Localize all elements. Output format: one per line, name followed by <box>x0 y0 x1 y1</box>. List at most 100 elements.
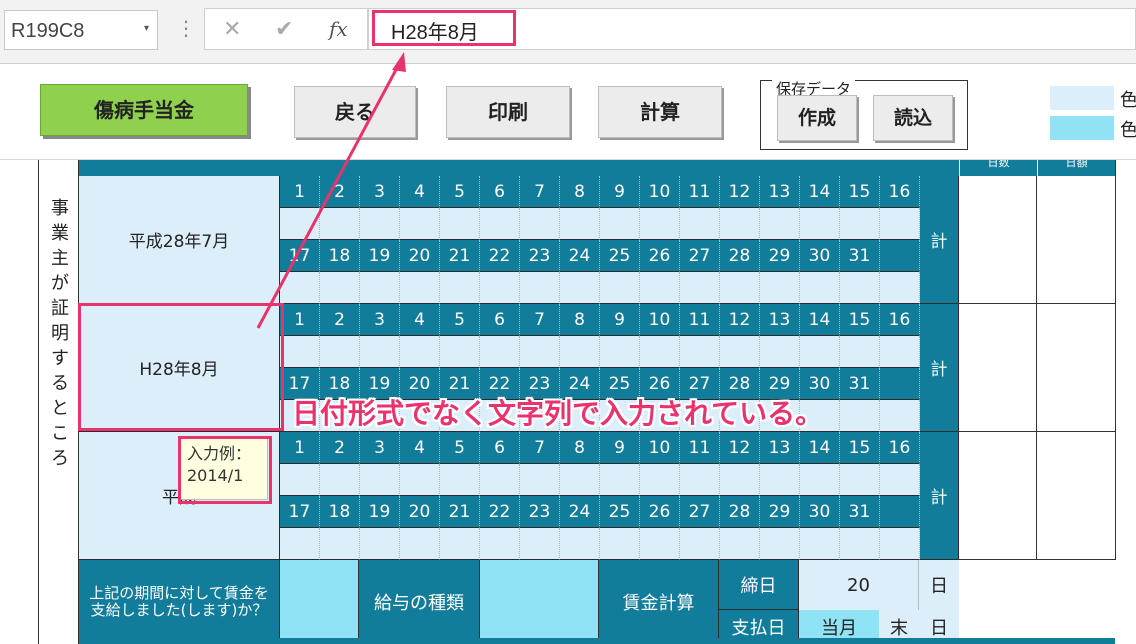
day-input-cell[interactable] <box>840 400 880 432</box>
day-input-cell[interactable] <box>480 208 520 240</box>
day-input-cell[interactable] <box>280 464 320 496</box>
day-input-cell[interactable] <box>400 208 440 240</box>
day-input-cell[interactable] <box>760 336 800 368</box>
name-box[interactable]: R199C8 ▾ <box>4 10 158 50</box>
load-button[interactable]: 読込 <box>873 95 953 141</box>
day-input-cell[interactable] <box>280 528 320 560</box>
day-input-cell[interactable] <box>440 464 480 496</box>
day-input-cell[interactable] <box>320 528 360 560</box>
day-input-cell[interactable] <box>320 336 360 368</box>
day-input-cell[interactable] <box>800 208 840 240</box>
paid-answer-input[interactable] <box>280 560 359 644</box>
day-input-cell[interactable] <box>840 208 880 240</box>
day-input-cell[interactable] <box>840 528 880 560</box>
cutoff-input[interactable]: 20 <box>799 560 919 610</box>
days-total-cell[interactable] <box>959 176 1037 304</box>
day-input-cell[interactable] <box>720 464 760 496</box>
day-input-cell[interactable] <box>480 336 520 368</box>
day-input-cell[interactable] <box>720 272 760 304</box>
day-input-cell[interactable] <box>800 528 840 560</box>
day-input-cell[interactable] <box>880 208 920 240</box>
day-input-cell[interactable] <box>880 528 920 560</box>
print-button[interactable]: 印刷 <box>446 86 570 138</box>
day-input-cell[interactable] <box>560 528 600 560</box>
day-input-cell[interactable] <box>360 528 400 560</box>
month-label[interactable]: 平成28年7月 <box>79 176 280 304</box>
day-input-cell[interactable] <box>600 336 640 368</box>
day-input-cell[interactable] <box>360 208 400 240</box>
cancel-icon[interactable]: ✕ <box>223 17 241 42</box>
day-input-cell[interactable] <box>640 336 680 368</box>
formula-value[interactable]: H28年8月 <box>372 10 516 46</box>
day-input-cell[interactable] <box>520 528 560 560</box>
amount-cell[interactable] <box>1037 432 1115 560</box>
day-input-cell[interactable] <box>760 208 800 240</box>
day-input-cell[interactable] <box>440 208 480 240</box>
day-input-cell[interactable] <box>680 336 720 368</box>
day-input-cell[interactable] <box>320 208 360 240</box>
day-input-cell[interactable] <box>680 208 720 240</box>
title-button[interactable]: 傷病手当金 <box>40 84 248 136</box>
day-input-cell[interactable] <box>600 464 640 496</box>
day-input-cell[interactable] <box>480 272 520 304</box>
day-input-cell[interactable] <box>520 464 560 496</box>
day-input-cell[interactable] <box>280 208 320 240</box>
day-input-cell[interactable] <box>800 464 840 496</box>
day-input-cell[interactable] <box>440 272 480 304</box>
day-input-cell[interactable] <box>880 400 920 432</box>
day-input-cell[interactable] <box>480 464 520 496</box>
day-input-cell[interactable] <box>760 272 800 304</box>
amount-cell[interactable] <box>1037 176 1115 304</box>
pay-type-input[interactable] <box>480 560 599 644</box>
day-input-cell[interactable] <box>640 208 680 240</box>
day-input-cell[interactable] <box>640 464 680 496</box>
day-input-cell[interactable] <box>360 464 400 496</box>
chevron-down-icon[interactable]: ▾ <box>144 23 149 34</box>
day-input-cell[interactable] <box>560 272 600 304</box>
day-input-cell[interactable] <box>600 272 640 304</box>
day-input-cell[interactable] <box>400 528 440 560</box>
day-input-cell[interactable] <box>520 336 560 368</box>
amount-cell[interactable] <box>1037 304 1115 432</box>
day-input-cell[interactable] <box>720 336 760 368</box>
day-input-cell[interactable] <box>320 272 360 304</box>
day-input-cell[interactable] <box>880 272 920 304</box>
day-input-cell[interactable] <box>840 272 880 304</box>
check-icon[interactable]: ✔ <box>275 17 293 42</box>
day-input-cell[interactable] <box>840 464 880 496</box>
day-input-cell[interactable] <box>760 528 800 560</box>
day-input-cell[interactable] <box>400 336 440 368</box>
day-input-cell[interactable] <box>880 464 920 496</box>
day-input-cell[interactable] <box>880 336 920 368</box>
day-input-cell[interactable] <box>320 464 360 496</box>
calculate-button[interactable]: 計算 <box>598 86 722 138</box>
day-input-cell[interactable] <box>760 464 800 496</box>
back-button[interactable]: 戻る <box>294 86 416 138</box>
day-input-cell[interactable] <box>440 336 480 368</box>
day-input-cell[interactable] <box>680 528 720 560</box>
day-input-cell[interactable] <box>480 528 520 560</box>
day-input-cell[interactable] <box>600 528 640 560</box>
day-input-cell[interactable] <box>400 464 440 496</box>
day-input-cell[interactable] <box>680 272 720 304</box>
day-input-cell[interactable] <box>640 272 680 304</box>
days-total-cell[interactable] <box>959 432 1037 560</box>
day-input-cell[interactable] <box>360 336 400 368</box>
day-input-cell[interactable] <box>560 336 600 368</box>
day-input-cell[interactable] <box>520 208 560 240</box>
day-input-cell[interactable] <box>640 528 680 560</box>
day-input-cell[interactable] <box>280 272 320 304</box>
day-input-cell[interactable] <box>440 528 480 560</box>
day-input-cell[interactable] <box>800 272 840 304</box>
day-input-cell[interactable] <box>800 336 840 368</box>
day-input-cell[interactable] <box>600 208 640 240</box>
days-total-cell[interactable] <box>959 304 1037 432</box>
day-input-cell[interactable] <box>560 464 600 496</box>
create-button[interactable]: 作成 <box>777 95 857 141</box>
day-input-cell[interactable] <box>520 272 560 304</box>
day-input-cell[interactable] <box>280 336 320 368</box>
day-input-cell[interactable] <box>360 272 400 304</box>
day-input-cell[interactable] <box>400 272 440 304</box>
insert-function-icon[interactable]: fx <box>329 17 348 41</box>
day-input-cell[interactable] <box>720 208 760 240</box>
